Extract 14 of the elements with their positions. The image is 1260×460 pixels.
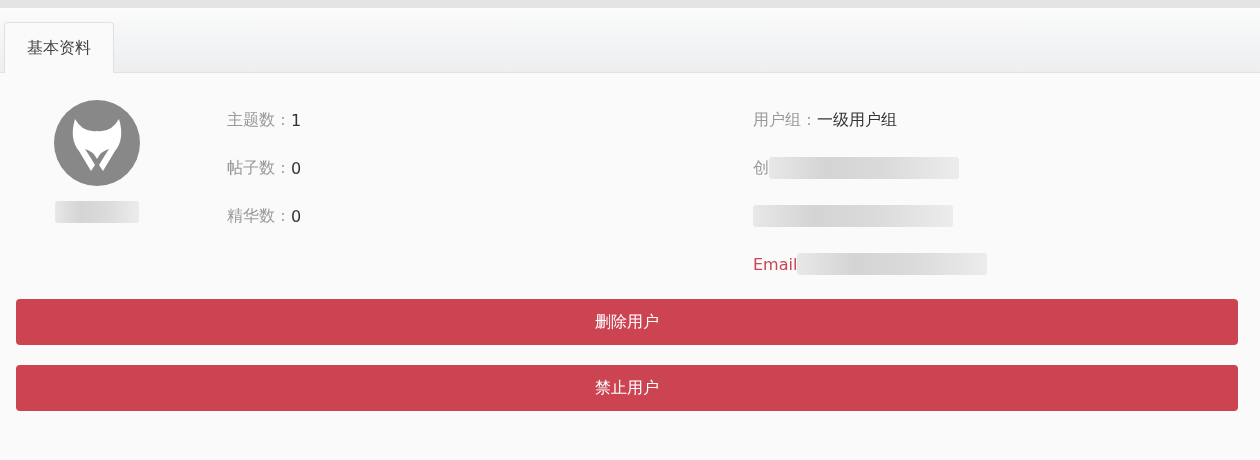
- avatar-icon: [53, 99, 141, 187]
- stat-label: 主题数：: [227, 109, 291, 131]
- info-value: 一级用户组: [817, 109, 897, 131]
- info-label: 创: [753, 157, 769, 179]
- info-label: Email: [753, 254, 798, 274]
- stat-label: 帖子数：: [227, 157, 291, 179]
- tab[interactable]: 基本资料: [4, 22, 114, 73]
- stat-label: 精华数：: [227, 205, 291, 227]
- info-label: 用户组：: [753, 109, 817, 131]
- stat-value: 1: [291, 110, 302, 130]
- action-button[interactable]: 禁止用户: [16, 365, 1238, 411]
- action-button[interactable]: 删除用户: [16, 299, 1238, 345]
- stat-value: 0: [291, 206, 302, 226]
- stat-value: 0: [291, 158, 302, 178]
